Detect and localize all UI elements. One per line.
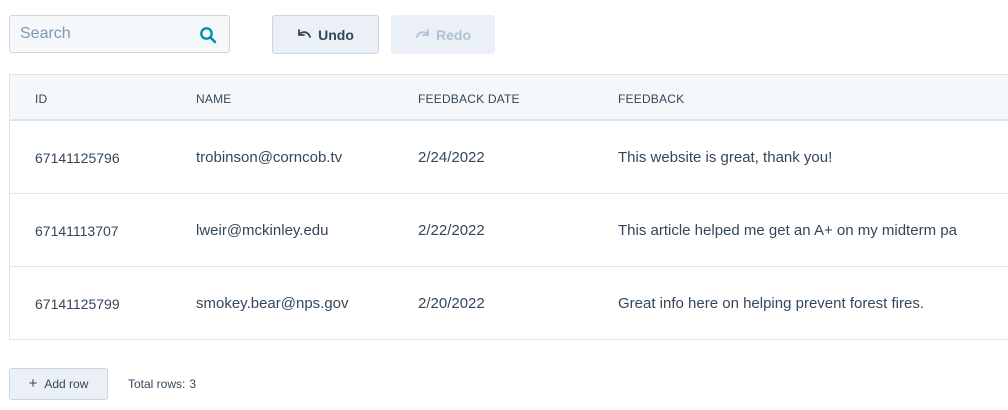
table-footer: + Add row Total rows: 3: [0, 360, 1008, 410]
undo-button[interactable]: Undo: [272, 15, 379, 54]
toolbar: Undo Redo: [0, 0, 1008, 70]
column-header-id[interactable]: ID: [35, 75, 47, 121]
add-row-label: Add row: [44, 377, 89, 391]
cell-name[interactable]: lweir@mckinley.edu: [196, 194, 329, 267]
cell-id[interactable]: 67141113707: [35, 194, 119, 267]
cell-feedback[interactable]: Great info here on helping prevent fores…: [618, 267, 924, 339]
cell-id[interactable]: 67141125796: [35, 121, 120, 194]
cell-feedback[interactable]: This article helped me get an A+ on my m…: [618, 194, 957, 267]
search-input[interactable]: [10, 16, 200, 52]
cell-feedback[interactable]: This website is great, thank you!: [618, 121, 832, 194]
table-row: 67141125796 trobinson@corncob.tv 2/24/20…: [10, 121, 1008, 194]
cell-name[interactable]: smokey.bear@nps.gov: [196, 267, 349, 339]
cell-name[interactable]: trobinson@corncob.tv: [196, 121, 342, 194]
redo-label: Redo: [436, 26, 471, 43]
redo-button[interactable]: Redo: [391, 15, 495, 54]
column-header-name[interactable]: NAME: [196, 75, 231, 121]
redo-icon: [415, 27, 430, 43]
table-header: ID NAME FEEDBACK DATE FEEDBACK: [10, 75, 1008, 121]
column-header-feedback[interactable]: FEEDBACK: [618, 75, 684, 121]
cell-id[interactable]: 67141125799: [35, 267, 120, 339]
search-icon[interactable]: [199, 26, 217, 44]
undo-label: Undo: [318, 26, 354, 43]
cell-feedback-date[interactable]: 2/24/2022: [418, 121, 485, 194]
feedback-table: ID NAME FEEDBACK DATE FEEDBACK 671411257…: [9, 74, 1008, 340]
add-row-button[interactable]: + Add row: [9, 368, 108, 400]
cell-feedback-date[interactable]: 2/22/2022: [418, 194, 485, 267]
table-row: 67141113707 lweir@mckinley.edu 2/22/2022…: [10, 194, 1008, 267]
total-rows-count: 3: [189, 377, 197, 391]
plus-icon: +: [28, 375, 38, 392]
total-rows: Total rows: 3: [128, 368, 196, 400]
table-row: 67141125799 smokey.bear@nps.gov 2/20/202…: [10, 267, 1008, 339]
cell-feedback-date[interactable]: 2/20/2022: [418, 267, 485, 339]
search-box: [9, 15, 230, 53]
total-rows-label: Total rows:: [128, 377, 186, 391]
undo-icon: [297, 27, 312, 43]
column-header-feedback-date[interactable]: FEEDBACK DATE: [418, 75, 520, 121]
